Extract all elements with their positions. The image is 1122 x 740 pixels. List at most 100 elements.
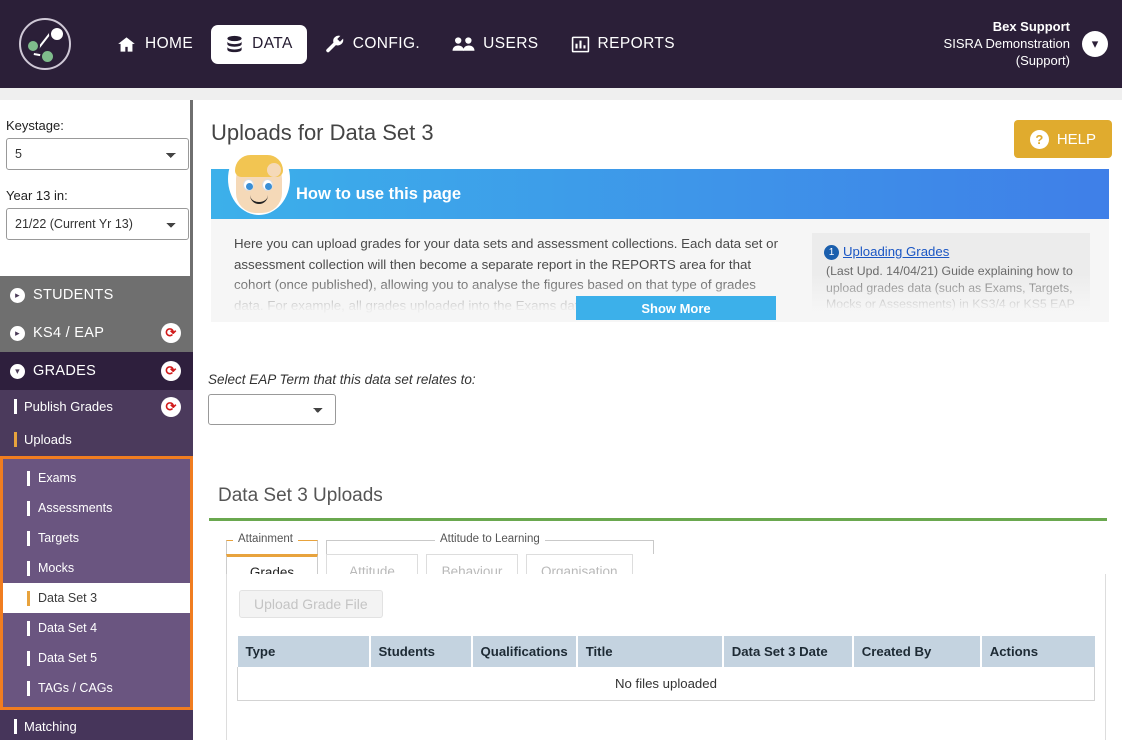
show-more-button[interactable]: Show More [576, 296, 776, 320]
column-type[interactable]: Type [237, 636, 371, 667]
sidebar-item-publish-grades[interactable]: Publish Grades ⟳ [0, 390, 193, 423]
sidebar-item-ks4-eap[interactable]: ▸ KS4 / EAP ⟳ [0, 314, 193, 352]
user-role: (Support) [1015, 53, 1070, 68]
item-marker-active [14, 432, 17, 447]
sidebar-label-publish-grades: Publish Grades [24, 399, 113, 414]
sidebar-label-data-set-5: Data Set 5 [38, 651, 98, 665]
nav-label-config: CONFIG. [352, 35, 421, 52]
item-marker [27, 560, 30, 576]
item-marker [27, 620, 30, 636]
sidebar: Keystage: 5 Year 13 in: 21/22 (Current Y… [0, 100, 193, 740]
help-button[interactable]: ? HELP [1013, 120, 1112, 158]
sidebar-item-tags-cags[interactable]: TAGs / CAGs [3, 673, 190, 703]
sidebar-label-data-set-3: Data Set 3 [38, 591, 98, 605]
user-info: Bex Support SISRA Demonstration (Support… [944, 18, 1070, 69]
home-icon [116, 35, 137, 54]
uploads-table: Type Students Qualifications Title Data … [237, 636, 1095, 701]
nav-label-home: HOME [145, 35, 194, 52]
item-marker [27, 650, 30, 666]
user-menu[interactable]: Bex Support SISRA Demonstration (Support… [944, 18, 1108, 69]
sidebar-item-data-set-3[interactable]: Data Set 3 [3, 583, 190, 613]
fieldset-attainment: Attainment [226, 533, 318, 554]
keystage-label: Keystage: [6, 118, 64, 133]
sidebar-item-grades[interactable]: ▾ GRADES ⟳ [0, 352, 193, 390]
item-marker [27, 680, 30, 696]
eap-term-label: Select EAP Term that this data set relat… [208, 372, 476, 387]
logo-node-green-left [26, 39, 40, 53]
guide-number-badge: 1 [824, 245, 839, 260]
question-mark-icon: ? [1029, 129, 1049, 149]
item-marker [14, 719, 17, 734]
refresh-icon[interactable]: ⟳ [161, 361, 181, 381]
chevron-down-icon: ▾ [10, 363, 25, 379]
table-header-row: Type Students Qualifications Title Data … [237, 636, 1095, 667]
sidebar-label-tags-cags: TAGs / CAGs [38, 681, 113, 695]
uploads-table-body: No files uploaded [237, 667, 1095, 701]
cartoon-face-avatar-icon [228, 143, 290, 215]
nav-label-reports: REPORTS [597, 35, 675, 52]
year-select[interactable]: 21/22 (Current Yr 13) [6, 208, 189, 240]
sidebar-item-assessments[interactable]: Assessments [3, 493, 190, 523]
nav-item-users[interactable]: USERS [438, 25, 552, 64]
sidebar-label-grades: GRADES [33, 363, 97, 379]
sidebar-menu: ▸ STUDENTS ▸ KS4 / EAP ⟳ ▾ GRADES ⟳ Publ… [0, 276, 193, 740]
chevron-down-icon[interactable]: ▾ [1082, 30, 1108, 57]
item-marker [14, 399, 17, 414]
keystage-field: Keystage: 5 Year 13 in: 21/22 (Current Y… [0, 118, 190, 240]
nav-item-reports[interactable]: REPORTS [557, 25, 689, 64]
nav-item-home[interactable]: HOME [102, 25, 207, 64]
sidebar-item-exams[interactable]: Exams [3, 463, 190, 493]
legend-attainment: Attainment [233, 533, 298, 545]
column-title[interactable]: Title [576, 636, 724, 667]
sidebar-item-data-set-5[interactable]: Data Set 5 [3, 643, 190, 673]
network-nodes-logo-icon [19, 18, 71, 70]
sidebar-item-matching[interactable]: Matching [0, 710, 193, 740]
fieldset-attitude-to-learning: Attitude to Learning [326, 533, 654, 554]
keystage-select[interactable]: 5 [6, 138, 189, 170]
logo-node-white [49, 26, 65, 42]
year-label: Year 13 in: [6, 188, 68, 203]
sidebar-grades-children: Publish Grades ⟳ Uploads [0, 390, 193, 456]
logo-node-green-bottom [40, 49, 55, 64]
refresh-icon[interactable]: ⟳ [161, 396, 181, 417]
sidebar-item-uploads[interactable]: Uploads [0, 423, 193, 456]
header-divider [0, 88, 1122, 100]
legend-attitude-to-learning: Attitude to Learning [435, 533, 545, 545]
user-org: SISRA Demonstration [943, 36, 1070, 51]
sidebar-label-students: STUDENTS [33, 287, 114, 303]
sidebar-label-data-set-4: Data Set 4 [38, 621, 98, 635]
column-created-by[interactable]: Created By [852, 636, 982, 667]
guide-panel: 1 Uploading Grades (Last Upd. 14/04/21) G… [812, 233, 1090, 319]
guide-link-row[interactable]: 1 Uploading Grades [824, 243, 1078, 261]
sidebar-label-mocks: Mocks [38, 561, 75, 575]
sidebar-label-matching: Matching [24, 719, 77, 734]
nav-item-data[interactable]: DATA [211, 24, 307, 64]
upload-grade-file-button[interactable]: Upload Grade File [239, 590, 383, 618]
item-marker [27, 470, 30, 486]
top-navigation-bar: HOME DATA CONFIG. USERS REPORTS Bex Supp… [0, 0, 1122, 88]
section-divider [209, 518, 1107, 521]
column-actions[interactable]: Actions [980, 636, 1095, 667]
column-data-set-3-date[interactable]: Data Set 3 Date [722, 636, 854, 667]
logo[interactable] [0, 18, 90, 70]
nav-label-data: DATA [252, 35, 293, 52]
bar-chart-icon [571, 35, 590, 54]
item-marker [27, 530, 30, 546]
nav-label-users: USERS [483, 35, 539, 52]
item-marker [27, 500, 30, 516]
sidebar-label-ks4-eap: KS4 / EAP [33, 325, 105, 341]
refresh-icon[interactable]: ⟳ [161, 323, 181, 343]
sidebar-label-assessments: Assessments [38, 501, 113, 515]
sidebar-item-data-set-4[interactable]: Data Set 4 [3, 613, 190, 643]
column-qualifications[interactable]: Qualifications [471, 636, 578, 667]
chevron-right-icon: ▸ [10, 287, 25, 303]
sidebar-item-students[interactable]: ▸ STUDENTS [0, 276, 193, 314]
sidebar-item-targets[interactable]: Targets [3, 523, 190, 553]
sidebar-item-mocks[interactable]: Mocks [3, 553, 190, 583]
how-to-body: Here you can upload grades for your data… [211, 219, 1109, 322]
guide-link[interactable]: Uploading Grades [843, 244, 949, 259]
column-students[interactable]: Students [369, 636, 473, 667]
sidebar-label-uploads: Uploads [24, 432, 72, 447]
eap-term-select[interactable] [208, 394, 336, 425]
nav-item-config[interactable]: CONFIG. [311, 24, 434, 64]
